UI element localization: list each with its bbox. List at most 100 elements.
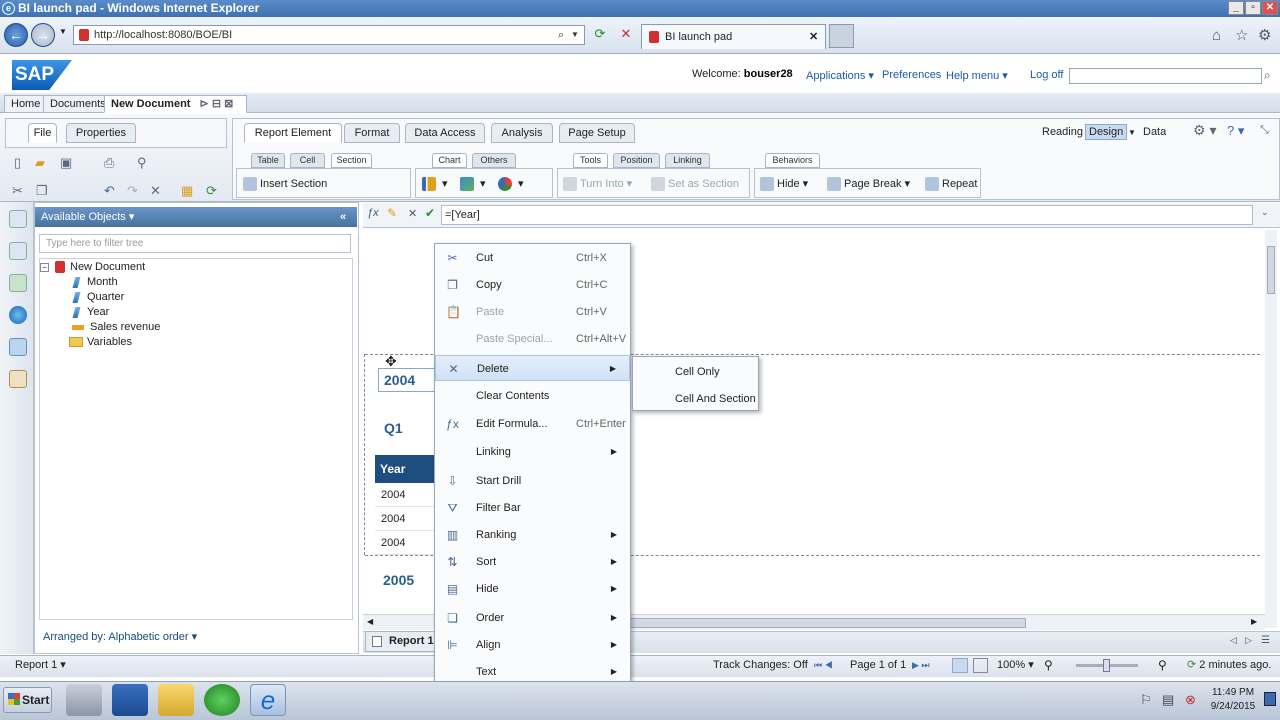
document-summary-icon[interactable]: [9, 210, 27, 228]
repeat-button[interactable]: Repeat: [925, 175, 977, 193]
subtab-table[interactable]: Table: [251, 153, 285, 168]
available-objects-header[interactable]: Available Objects ▾ «: [35, 207, 357, 227]
minimize-button[interactable]: _: [1228, 1, 1244, 15]
cut-icon[interactable]: ✂: [12, 184, 23, 198]
zoom-dropdown[interactable]: 100% ▾: [997, 655, 1034, 676]
settings-gear-icon[interactable]: ⚙ ▾: [1193, 122, 1216, 139]
bar-chart-button[interactable]: ▾: [422, 175, 448, 193]
last-page-icon[interactable]: ▶ ⏭: [912, 655, 930, 676]
filter-tree-input[interactable]: Type here to filter tree: [39, 234, 351, 253]
forward-button[interactable]: →: [31, 23, 55, 47]
tab-page-setup[interactable]: Page Setup: [559, 123, 635, 143]
new-tab-button[interactable]: [829, 24, 854, 48]
start-button[interactable]: Start: [3, 687, 52, 713]
copy-icon[interactable]: ❐: [36, 184, 48, 198]
expand-formula-icon[interactable]: ⌄: [1261, 207, 1269, 218]
design-dropdown-icon[interactable]: ▼: [1128, 128, 1136, 137]
volume-muted-icon[interactable]: ⊗: [1185, 692, 1196, 708]
history-dropdown-icon[interactable]: ▼: [59, 27, 67, 36]
submenu-cell-only[interactable]: Cell Only: [675, 366, 720, 378]
tab-data-access[interactable]: Data Access: [405, 123, 485, 143]
stop-icon[interactable]: ✕: [616, 26, 636, 44]
context-menu-item[interactable]: ⇩ Start Drill: [435, 468, 630, 494]
network-icon[interactable]: ▤: [1162, 692, 1174, 708]
close-tab-icon[interactable]: ✕: [809, 25, 818, 49]
page-indicator[interactable]: Page 1 of 1: [850, 655, 906, 676]
track-changes-status[interactable]: Track Changes: Off: [713, 655, 808, 676]
home-icon[interactable]: ⌂: [1212, 27, 1221, 44]
zoom-slider-thumb[interactable]: [1103, 659, 1110, 672]
context-menu-item[interactable]: 📋 Paste Ctrl+V: [435, 299, 630, 325]
tab-new-document[interactable]: New Document ⊳ ⊟ ⊠: [104, 95, 247, 113]
context-menu-item[interactable]: Clear Contents: [435, 383, 630, 409]
context-menu-item[interactable]: ⛛ Filter Bar: [435, 495, 630, 521]
context-menu-item[interactable]: ▤ Hide ▶: [435, 576, 630, 602]
tree-item-sales-revenue[interactable]: Sales revenue: [72, 320, 160, 334]
internet-explorer-icon[interactable]: e: [250, 684, 286, 716]
context-menu-item[interactable]: ❐ Copy Ctrl+C: [435, 272, 630, 298]
collapse-tree-icon[interactable]: −: [40, 263, 49, 272]
tab-report-1[interactable]: Report 1: [365, 631, 437, 652]
first-page-icon[interactable]: ⏮ ◀: [814, 655, 833, 676]
subtab-tools[interactable]: Tools: [573, 153, 608, 168]
web-services-icon[interactable]: [9, 306, 27, 324]
refresh-data-icon[interactable]: ⟳: [206, 184, 217, 198]
collapse-panel-icon[interactable]: «: [340, 207, 346, 227]
tree-item-quarter[interactable]: Quarter: [72, 290, 124, 304]
mode-reading[interactable]: Reading: [1042, 126, 1083, 138]
tree-root[interactable]: − New Document: [40, 260, 145, 274]
section-cell-2005[interactable]: 2005: [378, 569, 438, 593]
tree-item-year[interactable]: Year: [72, 305, 109, 319]
page-mode-icon[interactable]: [973, 658, 988, 673]
address-bar[interactable]: http://localhost:8080/BOE/BI ⌕ ▼: [73, 25, 585, 45]
log-off-link[interactable]: Log off: [1030, 69, 1063, 81]
table-cell[interactable]: 2004: [375, 531, 435, 555]
turn-into-button[interactable]: Turn Into ▾: [563, 175, 632, 193]
browser-tab[interactable]: BI launch pad ✕: [641, 24, 826, 49]
explorer-icon[interactable]: [158, 684, 194, 716]
tab-report-element[interactable]: Report Element: [244, 123, 342, 143]
address-dropdown-icon[interactable]: ▼: [571, 26, 579, 44]
new-icon[interactable]: ▯: [14, 156, 21, 170]
redo-icon[interactable]: ↷: [127, 184, 138, 198]
tab-properties[interactable]: Properties: [66, 123, 136, 143]
refresh-icon[interactable]: ⟳: [590, 26, 610, 44]
variable-editor-icon[interactable]: ✎: [387, 206, 397, 220]
print-icon[interactable]: ⎙: [104, 156, 114, 170]
formula-editor-icon[interactable]: ƒx: [367, 207, 379, 219]
context-menu-item[interactable]: ▥ Ranking ▶: [435, 522, 630, 548]
zoom-out-icon[interactable]: ⚲: [1044, 655, 1053, 676]
insert-section-button[interactable]: Insert Section: [243, 175, 327, 193]
vertical-scroll-thumb[interactable]: [1267, 246, 1275, 294]
delete-icon[interactable]: ✕: [150, 184, 161, 198]
close-window-button[interactable]: ✕: [1262, 1, 1278, 15]
show-desktop-button[interactable]: [1264, 692, 1276, 706]
table-cell[interactable]: 2004: [375, 483, 435, 507]
cancel-formula-icon[interactable]: ✕: [408, 207, 417, 220]
tree-item-month[interactable]: Month: [72, 275, 118, 289]
available-objects-icon[interactable]: [9, 338, 27, 356]
context-menu-item[interactable]: ƒx Edit Formula... Ctrl+Enter: [435, 411, 630, 437]
report-list-icon[interactable]: ☰: [1261, 635, 1270, 646]
subtab-others[interactable]: Others: [472, 153, 516, 168]
next-report-icon[interactable]: ▷: [1245, 635, 1252, 646]
context-menu-item[interactable]: ⇅ Sort ▶: [435, 549, 630, 575]
tab-documents[interactable]: Documents: [43, 95, 113, 113]
context-menu-item[interactable]: Paste Special... Ctrl+Alt+V: [435, 326, 630, 352]
subtab-position[interactable]: Position: [613, 153, 660, 168]
help-menu[interactable]: Help menu ▾: [946, 69, 1008, 82]
context-menu-item[interactable]: ❏ Order ▶: [435, 605, 630, 631]
context-menu-item[interactable]: ✂ Cut Ctrl+X: [435, 245, 630, 271]
tab-format[interactable]: Format: [344, 123, 400, 143]
tree-item-variables[interactable]: Variables: [69, 335, 132, 349]
scroll-left-icon[interactable]: ◀: [367, 617, 373, 626]
context-menu-item[interactable]: ⊫ Align ▶: [435, 632, 630, 658]
open-icon[interactable]: ▰: [35, 156, 45, 170]
detach-icon[interactable]: ⊟: [212, 98, 221, 110]
pin-icon[interactable]: ⊳: [200, 98, 209, 110]
preferences-link[interactable]: Preferences: [882, 69, 941, 81]
data-icon[interactable]: [9, 370, 27, 388]
scroll-right-icon[interactable]: ▶: [1251, 617, 1257, 626]
format-painter-icon[interactable]: ▦: [181, 184, 193, 198]
zoom-in-icon[interactable]: ⚲: [1158, 655, 1167, 676]
